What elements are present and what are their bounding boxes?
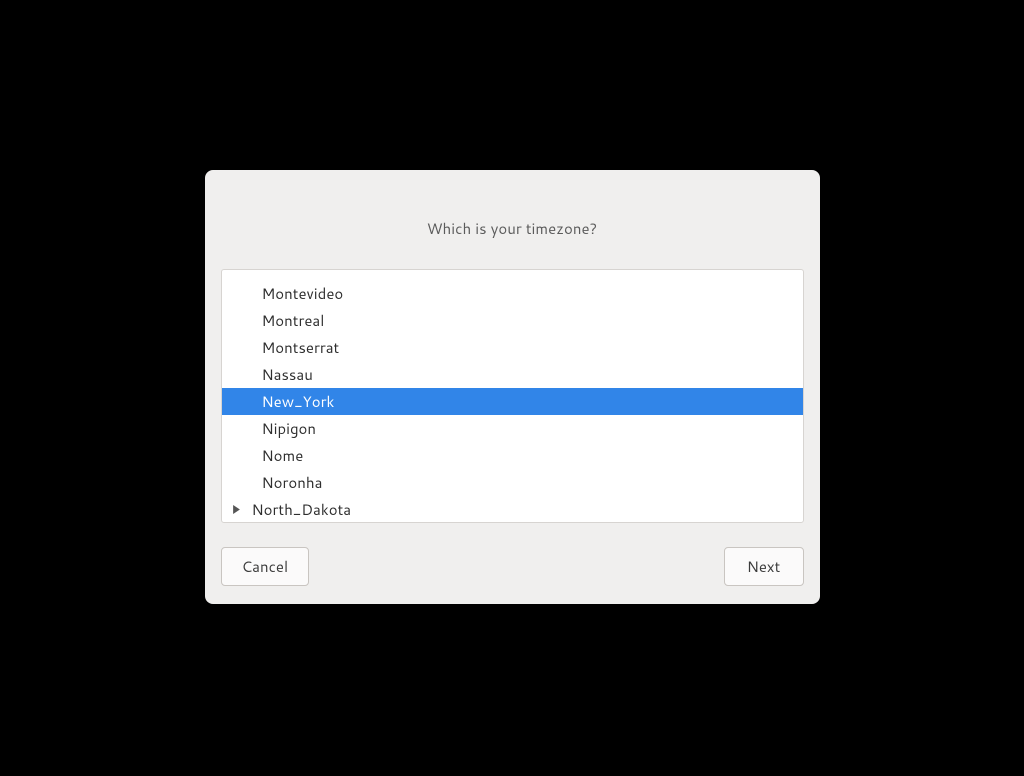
expand-right-icon[interactable] <box>222 505 252 514</box>
list-item-label: North_Dakota <box>252 499 352 520</box>
cancel-button[interactable]: Cancel <box>221 547 310 586</box>
timezone-list[interactable]: Montevideo Montreal Montserrat Nassau Ne… <box>222 270 803 522</box>
list-item-label: Montevideo <box>262 283 344 304</box>
list-item[interactable]: Noronha <box>222 469 803 496</box>
list-item-label: New_York <box>262 391 335 412</box>
list-item-selected[interactable]: New_York <box>222 388 803 415</box>
list-item[interactable]: Nipigon <box>222 415 803 442</box>
list-item[interactable]: Montreal <box>222 307 803 334</box>
list-item-label: Nipigon <box>262 418 317 439</box>
list-item-label: Montserrat <box>262 337 340 358</box>
list-item[interactable] <box>222 270 803 280</box>
list-item[interactable]: Montevideo <box>222 280 803 307</box>
list-item[interactable]: Nome <box>222 442 803 469</box>
button-bar: Cancel Next <box>205 523 820 604</box>
list-item-label: Montreal <box>262 310 325 331</box>
timezone-dialog: Which is your timezone? Montevideo Montr… <box>205 170 820 604</box>
list-item[interactable]: Montserrat <box>222 334 803 361</box>
next-button[interactable]: Next <box>724 547 804 586</box>
list-item-expandable[interactable]: North_Dakota <box>222 496 803 522</box>
dialog-title: Which is your timezone? <box>205 170 820 269</box>
timezone-list-container: Montevideo Montreal Montserrat Nassau Ne… <box>221 269 804 523</box>
list-item[interactable]: Nassau <box>222 361 803 388</box>
list-item-label: Noronha <box>262 472 323 493</box>
list-item-label: Nassau <box>262 364 313 385</box>
list-item-label: Nome <box>262 445 304 466</box>
